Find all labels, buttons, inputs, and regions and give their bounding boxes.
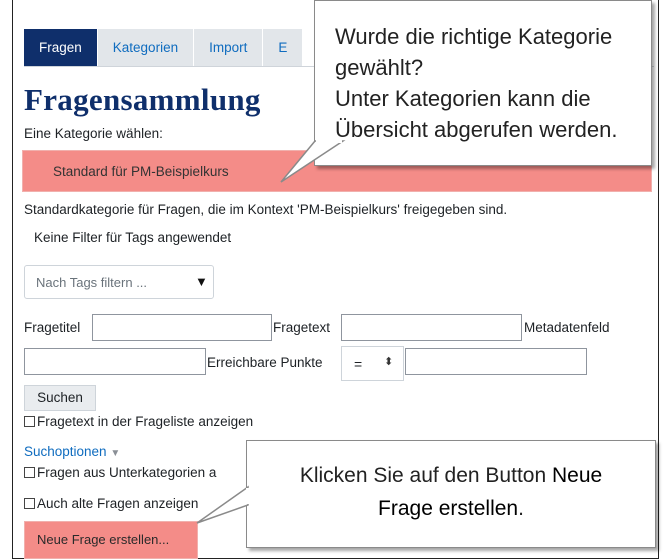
category-label: Eine Kategorie wählen: — [24, 126, 163, 141]
operator-value: = — [354, 356, 363, 372]
callout-bottom-highlight2: Frage erstellen — [378, 497, 519, 520]
callout-bottom-highlight1: Neue — [551, 464, 603, 487]
show-text-checkbox-row[interactable]: Fragetext in der Frageliste anzeigen — [24, 414, 253, 429]
callout-bottom-suffix: . — [518, 497, 524, 520]
fragetext-label: Fragetext — [273, 320, 331, 335]
search-options-label: Suchoptionen — [24, 444, 107, 459]
callout-new-question-hint: Klicken Sie auf den Button Neue Frage er… — [196, 440, 656, 548]
updown-icon: ⬍ — [384, 356, 394, 368]
tag-filter-dropdown[interactable]: Nach Tags filtern ... ▼ — [24, 265, 214, 299]
tab-fragen[interactable]: Fragen — [24, 29, 98, 66]
old-questions-checkbox-row[interactable]: Auch alte Fragen anzeigen — [24, 496, 198, 511]
punkte-input[interactable] — [405, 348, 587, 375]
callout-category-hint: Wurde die richtige Kategorie gewählt? Un… — [280, 0, 652, 183]
metadaten-input[interactable] — [24, 348, 206, 375]
callout-top-line4: Übersicht abgerufen werden. — [335, 117, 618, 142]
subcategories-checkbox-row[interactable]: Fragen aus Unterkategorien a — [24, 465, 216, 480]
subcategories-label: Fragen aus Unterkategorien a — [37, 465, 217, 480]
caret-down-icon: ▼ — [195, 274, 208, 289]
callout-pointer — [196, 485, 249, 524]
old-questions-checkbox[interactable] — [24, 498, 35, 509]
callout-top-line1: Wurde die richtige Kategorie — [335, 24, 613, 49]
operator-select[interactable]: = ⬍ — [341, 346, 404, 381]
tab-kategorien[interactable]: Kategorien — [97, 29, 195, 66]
tag-filter-placeholder: Nach Tags filtern ... — [36, 275, 148, 290]
fragetitel-input[interactable] — [92, 314, 272, 341]
old-questions-label: Auch alte Fragen anzeigen — [37, 496, 199, 511]
callout-top-line2: gewählt? — [335, 55, 424, 80]
metadaten-label: Metadatenfeld — [524, 320, 610, 335]
category-description: Standardkategorie für Fragen, die im Kon… — [24, 202, 508, 217]
caret-down-icon: ▼ — [110, 448, 121, 459]
callout-bottom-prefix: Klicken Sie auf den Button — [299, 464, 552, 487]
show-text-label: Fragetext in der Frageliste anzeigen — [37, 414, 254, 429]
punkte-label: Erreichbare Punkte — [207, 355, 323, 370]
category-selected-value: Standard für PM-Beispielkurs — [53, 164, 229, 179]
new-question-button[interactable]: Neue Frage erstellen... — [24, 521, 198, 559]
tag-filter-status: Keine Filter für Tags angewendet — [34, 230, 232, 245]
callout-pointer — [280, 140, 346, 183]
page-title: Fragensammlung — [24, 82, 261, 117]
subcategories-checkbox[interactable] — [24, 467, 35, 478]
tab-bar: Fragen Kategorien Import E — [24, 29, 304, 66]
fragetext-input[interactable] — [341, 314, 522, 341]
show-text-checkbox[interactable] — [24, 416, 35, 427]
tab-import[interactable]: Import — [194, 29, 264, 66]
tab-export[interactable]: E — [263, 29, 304, 66]
fragetitel-label: Fragetitel — [24, 320, 81, 335]
search-button[interactable]: Suchen — [24, 385, 96, 411]
search-options-toggle[interactable]: Suchoptionen ▼ — [24, 444, 120, 459]
callout-top-line3: Unter Kategorien kann die — [335, 86, 591, 111]
